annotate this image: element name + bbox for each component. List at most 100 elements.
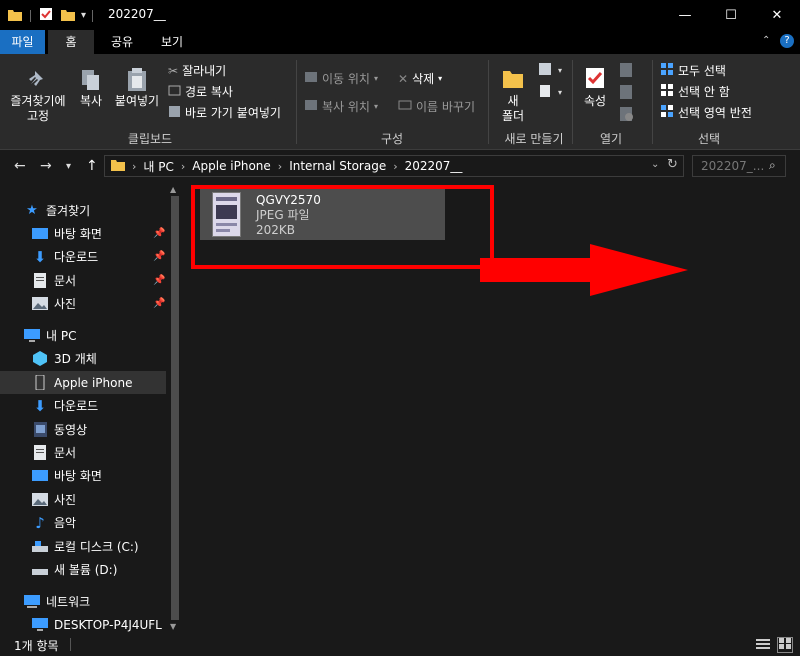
sidebar-item-documents-pinned[interactable]: 문서 [32, 269, 76, 292]
pin-icon: 📌 [153, 251, 166, 262]
sidebar-item-3d-objects[interactable]: 3D 개체 [32, 347, 97, 370]
search-box[interactable]: 202207_... ⌕ [692, 155, 786, 177]
tab-file[interactable]: 파일 [0, 30, 45, 54]
address-bar[interactable]: › 내 PC › Apple iPhone › Internal Storage… [104, 155, 684, 177]
close-button[interactable]: ✕ [754, 0, 800, 30]
select-none-button[interactable]: 선택 안 함 [660, 83, 730, 100]
collapse-ribbon-chevron-icon[interactable]: ⌃ [762, 35, 770, 46]
sidebar-item-documents[interactable]: 문서 [32, 441, 76, 464]
sidebar-item-desktop-pinned[interactable]: 바탕 화면 [32, 222, 102, 245]
sidebar-item-label: Apple iPhone [54, 375, 133, 390]
download-arrow-icon: ⬇ [33, 247, 47, 266]
sidebar-item-downloads-pinned[interactable]: ⬇ 다운로드 [32, 245, 98, 268]
breadcrumb-current-folder[interactable]: 202207__ [405, 159, 463, 173]
history-icon[interactable] [618, 106, 634, 125]
pin-label-line2: 고정 [26, 109, 50, 123]
sidebar-item-desktop-computer[interactable]: DESKTOP-P4J4UFL [32, 613, 162, 636]
new-item-button[interactable]: ▾ [538, 62, 562, 79]
breadcrumb-this-pc[interactable]: 내 PC [143, 158, 173, 175]
tab-share[interactable]: 공유 [104, 30, 140, 54]
new-folder-icon[interactable] [61, 8, 75, 24]
paste-shortcut-button[interactable]: 바로 가기 붙여넣기 [168, 104, 281, 121]
sidebar-item-volume-d[interactable]: 새 볼륨 (D:) [32, 558, 117, 581]
sidebar-item-label: 바탕 화면 [54, 469, 102, 483]
details-view-icon[interactable] [756, 638, 770, 654]
sidebar-scrollbar[interactable]: ▲ ▼ [167, 182, 183, 634]
breadcrumb-apple-iphone[interactable]: Apple iPhone [192, 159, 270, 173]
sidebar-item-label: 동영상 [54, 423, 88, 437]
forward-arrow-icon[interactable]: → [40, 158, 52, 174]
new-folder-icon [495, 62, 531, 94]
move-to-button[interactable]: 이동 위치 ▾ [304, 70, 378, 87]
pin-to-quick-access-button[interactable]: 즐겨찾기에 고정 [6, 66, 70, 124]
customize-toolbar-chevron-icon[interactable]: ▾ [81, 10, 86, 21]
sidebar-item-label: 3D 개체 [54, 352, 97, 366]
properties-icon[interactable] [39, 7, 53, 24]
invert-selection-button[interactable]: 선택 영역 반전 [660, 104, 752, 121]
drive-icon [32, 562, 48, 578]
select-all-icon [660, 62, 674, 79]
breadcrumb-chevron-icon: › [393, 159, 398, 173]
maximize-button[interactable]: ☐ [708, 0, 754, 30]
easy-access-button[interactable]: ▾ [538, 84, 562, 101]
scroll-up-chevron-icon[interactable]: ▲ [170, 185, 176, 194]
annotation-arrow-icon [480, 244, 688, 296]
tab-view[interactable]: 보기 [154, 30, 190, 54]
sidebar-item-quick-access[interactable]: ★ 즐겨찾기 [24, 199, 90, 222]
group-divider [296, 60, 297, 144]
minimize-button[interactable]: — [662, 0, 708, 30]
scissors-icon: ✂ [168, 63, 179, 78]
open-icon[interactable] [618, 62, 634, 81]
select-all-label: 모두 선택 [678, 64, 726, 78]
open-group-label: 열기 [599, 132, 623, 146]
recent-locations-chevron-icon[interactable]: ▾ [66, 161, 71, 172]
edit-icon[interactable] [618, 84, 634, 103]
sidebar-item-this-pc[interactable]: 내 PC [24, 324, 76, 347]
invert-selection-icon [660, 104, 674, 121]
rename-icon [398, 99, 412, 114]
scrollbar-thumb[interactable] [171, 196, 179, 620]
back-arrow-icon[interactable]: ← [14, 158, 26, 174]
select-all-button[interactable]: 모두 선택 [660, 62, 726, 79]
rename-button[interactable]: 이름 바꾸기 [398, 98, 475, 115]
copy-button[interactable]: 복사 [74, 66, 108, 109]
cut-button[interactable]: ✂ 잘라내기 [168, 62, 226, 79]
tab-home[interactable]: 홈 [48, 30, 94, 54]
sidebar-item-videos[interactable]: 동영상 [32, 418, 87, 441]
sidebar-item-pictures[interactable]: 사진 [32, 488, 76, 511]
sidebar-item-network[interactable]: 네트워크 [24, 590, 90, 613]
sidebar-item-label: 문서 [54, 274, 77, 288]
copy-path-icon [168, 84, 181, 100]
sidebar-item-apple-iphone[interactable]: Apple iPhone [0, 371, 166, 394]
help-icon[interactable]: ? [780, 34, 794, 48]
scroll-down-chevron-icon[interactable]: ▼ [170, 622, 176, 631]
chevron-down-icon: ▾ [438, 74, 443, 83]
sidebar-item-desktop[interactable]: 바탕 화면 [32, 464, 102, 487]
up-arrow-icon[interactable]: ↑ [86, 158, 98, 174]
paste-button[interactable]: 붙여넣기 [112, 66, 162, 109]
paste-shortcut-label: 바로 가기 붙여넣기 [185, 106, 281, 120]
sidebar-item-local-disk-c[interactable]: 로컬 디스크 (C:) [32, 535, 139, 558]
new-folder-button[interactable]: 새 폴더 [495, 62, 531, 124]
chevron-down-icon: ▾ [558, 66, 563, 75]
large-icons-view-icon[interactable] [777, 637, 793, 653]
properties-check-icon [578, 62, 612, 94]
window-title: 202207__ [108, 7, 166, 21]
breadcrumb-internal-storage[interactable]: Internal Storage [289, 159, 386, 173]
pin-label-line1: 즐겨찾기에 [10, 94, 66, 108]
search-input[interactable]: 202207_... [701, 159, 764, 173]
delete-button[interactable]: ✕ 삭제 ▾ [398, 70, 442, 87]
address-dropdown-chevron-icon[interactable]: ⌄ [651, 159, 659, 170]
properties-button[interactable]: 속성 [578, 62, 612, 109]
pin-icon: 📌 [153, 275, 166, 286]
sidebar-item-pictures-pinned[interactable]: 사진 [32, 292, 76, 315]
sidebar-item-label: 음악 [54, 516, 77, 530]
refresh-icon[interactable]: ↻ [667, 157, 678, 172]
breadcrumb-chevron-icon: › [132, 159, 137, 173]
group-divider [652, 60, 653, 144]
sidebar-item-downloads[interactable]: ⬇ 다운로드 [32, 394, 98, 417]
sidebar-item-label: 내 PC [46, 329, 77, 343]
copy-to-button[interactable]: 복사 위치 ▾ [304, 98, 378, 115]
copy-path-button[interactable]: 경로 복사 [168, 83, 233, 100]
sidebar-item-music[interactable]: ♪ 음악 [32, 511, 76, 534]
